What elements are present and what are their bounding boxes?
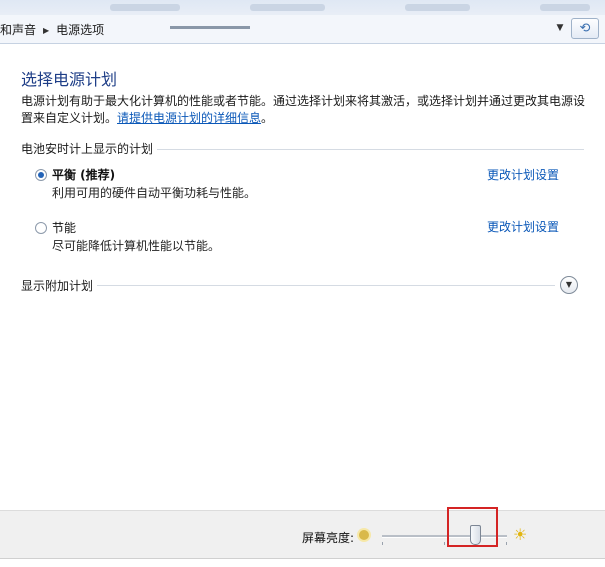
group-divider xyxy=(157,149,584,150)
chevron-down-circle-icon[interactable]: ▼ xyxy=(560,276,578,294)
plan-description-balanced: 利用可用的硬件自动平衡功耗与性能。 xyxy=(52,186,257,200)
brightness-bar: 屏幕亮度: ☀ xyxy=(0,510,605,559)
chevron-down-icon[interactable]: ▼ xyxy=(552,19,568,38)
window-top-strip xyxy=(0,0,605,16)
change-plan-settings-link-balanced[interactable]: 更改计划设置 xyxy=(487,166,559,183)
refresh-icon[interactable]: ⟲ xyxy=(571,18,599,39)
brightness-low-icon xyxy=(359,530,369,540)
page-title: 选择电源计划 xyxy=(21,70,118,89)
show-additional-plans-label[interactable]: 显示附加计划 xyxy=(21,277,93,294)
blurred-toolbar-item xyxy=(250,4,325,11)
page-description: 电源计划有助于最大化计算机的性能或者节能。通过选择计划来将其激活，或选择计划并通… xyxy=(21,93,591,127)
radio-plan-balanced[interactable] xyxy=(35,169,47,181)
group-label-battery-plans: 电池安时计上显示的计划 xyxy=(21,142,154,156)
breadcrumb-item-power-options[interactable]: 电源选项 xyxy=(56,23,104,37)
brightness-high-icon: ☀ xyxy=(513,525,528,544)
slider-tick xyxy=(444,542,445,545)
breadcrumb: 和声音 ▶ 电源选项 xyxy=(0,21,104,38)
radio-plan-power-saver[interactable] xyxy=(35,222,47,234)
change-plan-settings-link-power-saver[interactable]: 更改计划设置 xyxy=(487,218,559,235)
plan-name-power-saver[interactable]: 节能 xyxy=(52,219,76,236)
address-progress-indicator xyxy=(170,26,250,29)
plan-name-balanced[interactable]: 平衡 (推荐) xyxy=(52,166,115,183)
screen-brightness-label: 屏幕亮度: xyxy=(302,531,355,545)
slider-tick xyxy=(382,542,383,545)
slider-highlight-box xyxy=(447,507,498,547)
blurred-toolbar-item xyxy=(110,4,180,11)
blurred-toolbar-item xyxy=(540,4,590,11)
description-end: 。 xyxy=(261,111,274,125)
help-link[interactable]: 请提供电源计划的详细信息 xyxy=(117,111,261,125)
address-bar[interactable]: 和声音 ▶ 电源选项 ▼ ⟲ xyxy=(0,15,605,44)
slider-tick xyxy=(506,542,507,545)
description-text: 电源计划有助于最大化计算机的性能或者节能。通过选择计划来将其激活，或选择计划并通… xyxy=(21,94,586,125)
plan-description-power-saver: 尽可能降低计算机性能以节能。 xyxy=(52,239,221,253)
triangle-right-icon[interactable]: ▶ xyxy=(43,26,49,35)
additional-plans-divider xyxy=(97,285,555,286)
blurred-toolbar-item xyxy=(405,4,470,11)
breadcrumb-item-hardware-sound[interactable]: 和声音 xyxy=(0,23,36,37)
